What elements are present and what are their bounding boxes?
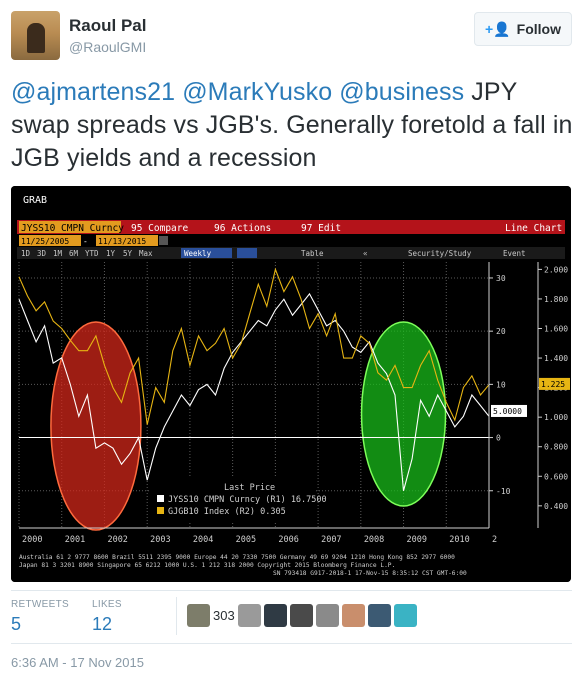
x-tick-label: 2002 [107,535,127,545]
recession-highlight-red [50,321,142,531]
likers-extra: 303 [213,608,235,623]
retweets-count: 5 [11,614,22,634]
liker-avatars: 303 [187,604,417,627]
y-left-tick-label: 10 [496,380,506,389]
x-tick-label: 2006 [278,535,298,545]
mention-link[interactable]: @business [339,78,464,106]
legend-title: Last Price [224,483,275,493]
liker-avatar[interactable] [263,604,287,627]
liker-avatar[interactable] [393,604,417,627]
toolbar-event[interactable]: Event [503,249,526,258]
footer-line2: Japan 81 3 3201 8900 Singapore 65 6212 1… [19,562,395,569]
legend-swatch-series1 [157,495,164,502]
frequency-select[interactable]: Weekly [184,249,212,258]
x-tick-label: 2 [492,535,497,545]
y-left-tick-label: 30 [496,274,506,283]
retweets-label: RETWEETS [11,599,69,610]
liker-avatar[interactable] [237,604,261,627]
period-3d[interactable]: 3D [37,249,47,258]
y-left-tick-label: 20 [496,327,506,336]
likes-count: 12 [92,614,113,634]
retweets-stat[interactable]: RETWEETS 5 [11,599,69,635]
x-tick-label: 2001 [65,535,85,545]
period-1d[interactable]: 1D [21,249,31,258]
toolbar-table[interactable]: Table [301,249,324,258]
likes-stat[interactable]: LIKES 12 [92,599,122,635]
toolbar-row [17,247,565,259]
y-left-tick-label: 0 [496,434,501,443]
legend-swatch-series2 [157,507,164,514]
y-right-tick-label: 0.800 [544,443,568,452]
liker-avatar[interactable] [315,604,339,627]
liker-avatar[interactable] [367,604,391,627]
period-6m[interactable]: 6M [69,249,79,258]
x-tick-label: 2008 [364,535,384,545]
author-handle[interactable]: @RaoulGMI [69,39,146,55]
liker-avatar[interactable] [289,604,313,627]
terminal-header: GRAB [23,195,47,206]
menu-actions[interactable]: 96 Actions [214,223,271,234]
mention-link[interactable]: @ajmartens21 [11,78,175,106]
liker-avatar[interactable] [187,604,210,627]
collapse-icon[interactable]: « [363,249,368,258]
x-tick-label: 2007 [321,535,341,545]
follow-user-icon: +👤 [485,20,511,37]
legend-series1: JYSS10 CMPN Curncy (R1) 16.7500 [168,495,327,505]
avatar[interactable] [11,11,60,60]
bloomberg-chart: GRAB JYSS10 CMPN Curncy 95 Compare 96 Ac… [11,186,571,582]
period-1y[interactable]: 1Y [106,249,116,258]
y-right-tick-label: 1.600 [544,325,568,334]
x-tick-label: 2003 [150,535,170,545]
period-max[interactable]: Max [139,249,153,258]
stats-bottom-divider [11,643,572,644]
calendar-icon[interactable] [159,236,168,245]
y-right-tick-label: 0.600 [544,472,568,481]
y-right-tick-label: 1.800 [544,295,568,304]
mention-link[interactable]: @MarkYusko [182,78,332,106]
date-to[interactable]: 11/13/2015 [98,237,146,246]
stats-top-divider [11,590,572,591]
date-separator: - [83,237,88,246]
period-ytd[interactable]: YTD [85,249,99,258]
footer-line1: Australia 61 2 9777 8600 Brazil 5511 239… [19,554,455,561]
tweet-timestamp[interactable]: 6:36 AM - 17 Nov 2015 [11,655,144,670]
y-right-tick-label: 1.000 [544,413,568,422]
menu-edit[interactable]: 97 Edit [301,223,341,234]
toolbar-security-study[interactable]: Security/Study [408,249,472,258]
likes-label: LIKES [92,599,122,610]
tweet-text: @ajmartens21 @MarkYusko @business JPY sw… [11,76,576,175]
x-tick-label: 2004 [193,535,213,545]
y-right-tick-label: 1.400 [544,354,568,363]
follow-label: Follow [516,21,561,37]
avatar-figure [27,23,45,53]
x-tick-label: 2010 [449,535,469,545]
follow-button[interactable]: +👤 Follow [474,12,572,46]
x-tick-label: 2009 [407,535,427,545]
last-value-label-r1: 5.0000 [493,407,522,416]
legend-series2: GJGB10 Index (R2) 0.305 [168,507,286,517]
x-tick-label: 2000 [22,535,42,545]
liker-avatar[interactable] [341,604,365,627]
line-style-icon[interactable] [237,248,257,258]
stats-vertical-divider [176,597,177,635]
y-right-tick-label: 0.400 [544,502,568,511]
y-right-tick-label: 2.000 [544,265,568,274]
menu-compare[interactable]: 95 Compare [131,223,188,234]
period-1m[interactable]: 1M [53,249,63,258]
recession-highlight-green [360,321,447,507]
tweet-media-chart[interactable]: GRAB JYSS10 CMPN Curncy 95 Compare 96 Ac… [11,186,571,582]
author-name[interactable]: Raoul Pal [69,16,146,36]
period-5y[interactable]: 5Y [123,249,133,258]
y-left-tick-label: -10 [496,487,511,496]
date-from[interactable]: 11/25/2005 [21,237,69,246]
ticker-field[interactable]: JYSS10 CMPN Curncy [21,223,124,234]
x-tick-label: 2005 [236,535,256,545]
footer-line3: SN 793418 G917-2018-1 17-Nov-15 8:35:12 … [273,570,467,577]
last-value-label-r2: 1.225 [541,380,565,389]
chart-type-label[interactable]: Line Chart [505,223,562,234]
